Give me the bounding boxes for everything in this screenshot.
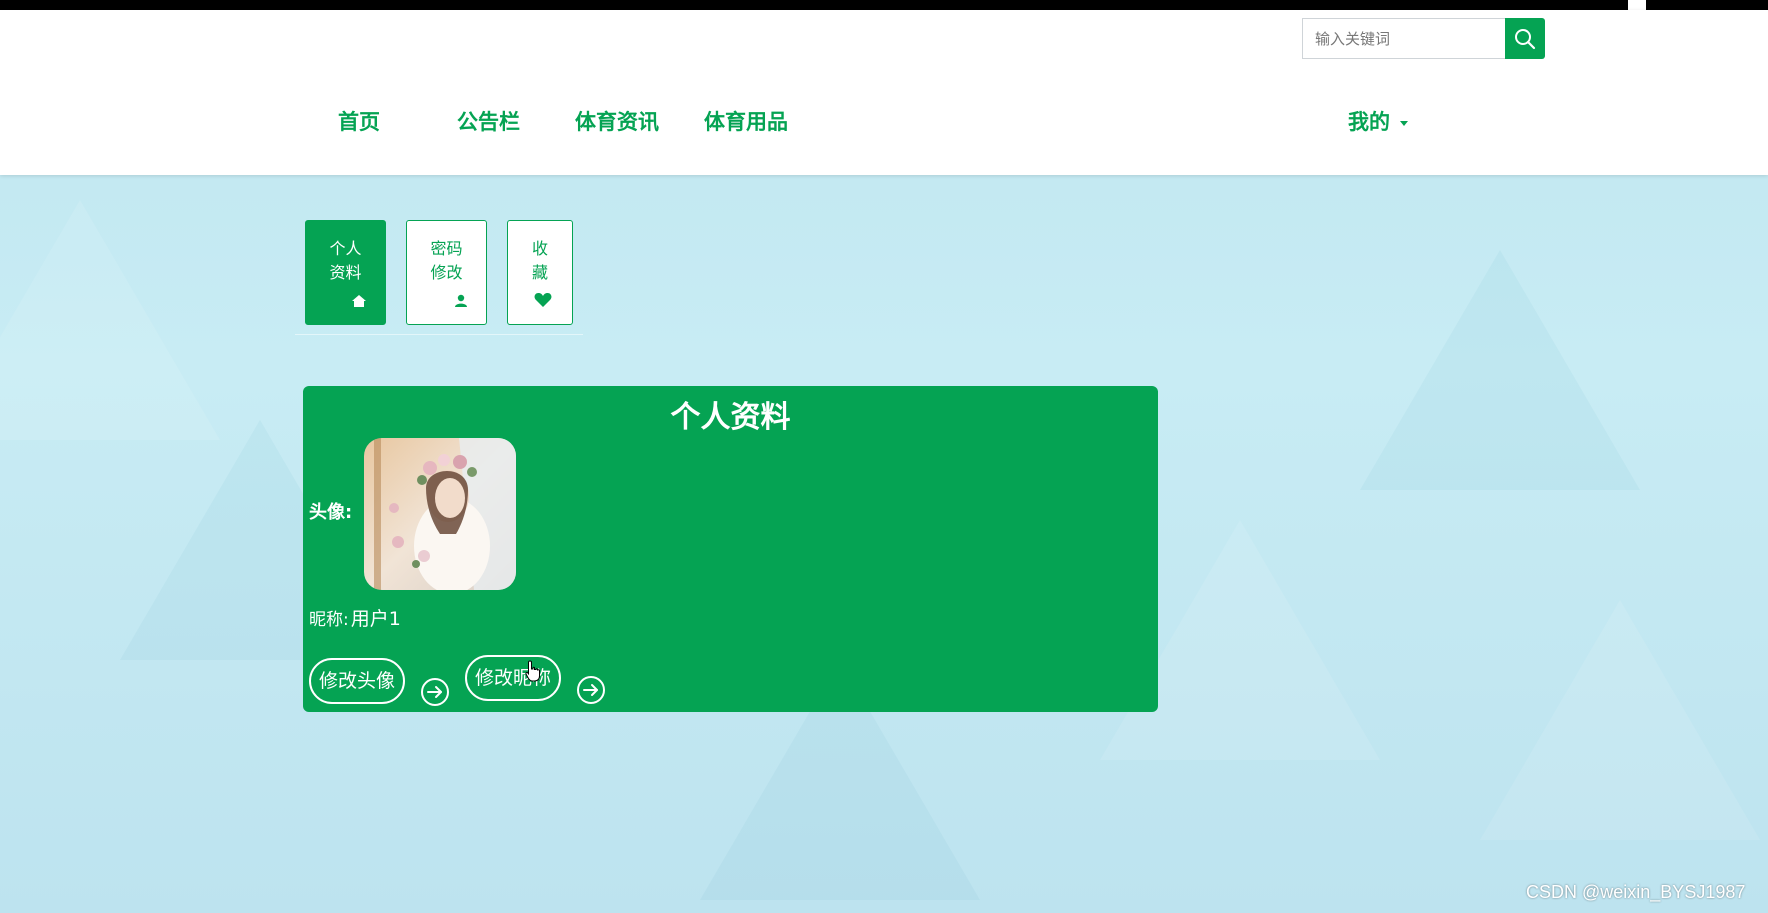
panel-title: 个人资料	[670, 400, 791, 435]
nickname-label: 昵称:	[309, 610, 349, 630]
change-nickname-button[interactable]: 修改昵称	[465, 655, 562, 701]
arrow-right-circle-icon[interactable]	[420, 677, 450, 707]
nav-my-account-dropdown[interactable]: 我的	[1348, 106, 1408, 136]
search-input[interactable]	[1302, 18, 1505, 59]
tab-label: 藏	[531, 263, 548, 282]
avatar-photo	[364, 438, 516, 590]
user-icon	[455, 294, 467, 307]
nav-sports-news[interactable]: 体育资讯	[575, 106, 659, 136]
tab-label: 修改	[430, 263, 463, 282]
arrow-right-circle-icon[interactable]	[576, 675, 606, 705]
tab-label: 个人	[329, 239, 362, 258]
search-box	[1302, 18, 1545, 59]
home-icon	[352, 295, 366, 307]
window-top-bar	[0, 0, 1768, 10]
background-pattern	[1360, 250, 1640, 490]
avatar	[364, 438, 516, 590]
search-icon	[1515, 28, 1536, 49]
change-avatar-button[interactable]: 修改头像	[309, 658, 406, 704]
nav-sports-goods[interactable]: 体育用品	[704, 106, 788, 136]
nickname-row: 昵称: 用户1	[309, 604, 401, 631]
profile-panel: 个人资料 头像: 昵称: 用户1 修改头像 修改昵称	[303, 386, 1158, 712]
tab-label: 资料	[329, 263, 362, 282]
nav-notice-board[interactable]: 公告栏	[457, 106, 520, 136]
background-pattern	[1480, 600, 1760, 840]
avatar-label: 头像:	[309, 502, 353, 523]
heart-icon	[534, 292, 552, 307]
tab-label: 收	[531, 239, 548, 258]
nav-my-account-label: 我的	[1348, 110, 1390, 134]
tab-favorites[interactable]: 收 藏	[507, 220, 573, 325]
pointer-cursor-icon	[525, 660, 540, 682]
tab-personal-info[interactable]: 个人 资料	[305, 220, 386, 325]
caret-down-icon	[1400, 120, 1408, 126]
main-nav: 首页 公告栏 体育资讯 体育用品 我的	[0, 106, 1768, 136]
tab-label: 密码	[430, 239, 463, 258]
watermark: CSDN @weixin_BYSJ1987	[1526, 882, 1746, 902]
nav-home[interactable]: 首页	[338, 106, 380, 136]
nickname-value: 用户1	[350, 608, 401, 630]
background-pattern	[0, 200, 220, 440]
site-header: 首页 公告栏 体育资讯 体育用品 我的	[0, 10, 1768, 175]
tab-change-password[interactable]: 密码 修改	[406, 220, 487, 325]
divider	[295, 334, 583, 335]
search-button[interactable]	[1505, 18, 1545, 59]
